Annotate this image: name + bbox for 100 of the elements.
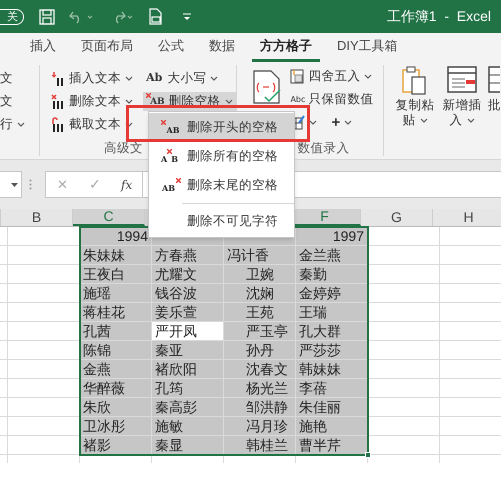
table-cell: 冯计香 [224, 246, 296, 264]
ribbon-command[interactable]: Abc 只保留数值 [290, 90, 374, 109]
ribbon-command[interactable]: Ab 大小写 [143, 69, 236, 88]
ribbon-command[interactable]: 文 [0, 92, 40, 111]
table-cell: 韩妹妹 [296, 360, 368, 378]
number-document-icon [252, 70, 282, 104]
ribbon-command[interactable]: 删除文本 [51, 92, 144, 111]
ribbon-command[interactable]: 插入文本 [51, 69, 144, 88]
x-mark-icon [161, 120, 166, 124]
ribbon-command[interactable]: 批 [488, 98, 501, 113]
x-mark-icon [167, 148, 172, 154]
table-cell: 秦高彭 [152, 398, 224, 416]
ribbon-tab[interactable]: DIY工具箱 [329, 33, 406, 62]
table-cell: 孔茜 [80, 322, 152, 340]
column-header[interactable]: G [361, 209, 433, 226]
table-cell: 金兰燕 [296, 246, 368, 264]
chevron-icon [364, 74, 372, 79]
drag-handle-icon [29, 179, 32, 190]
customize-icon [182, 12, 192, 20]
table-cell: 褚欣阳 [152, 360, 224, 378]
ribbon-command[interactable]: 截取文本 [51, 115, 144, 134]
chevron-icon [309, 120, 318, 125]
chevron-icon [125, 122, 134, 127]
chevron-icon [224, 99, 233, 104]
table-cell: 王瑞 [296, 303, 368, 321]
chevron-icon [125, 76, 134, 81]
table-cell: 陈锦 [80, 341, 152, 359]
table-cell: 朱妹妹 [80, 246, 152, 264]
x-mark-icon [176, 178, 181, 182]
delete-space-icon: AB [161, 120, 181, 136]
ribbon-tab[interactable]: 插入 [22, 33, 64, 62]
table-cell: 沈娴 [224, 284, 296, 302]
table-cell: 王苑 [224, 303, 296, 321]
delete-text-icon [51, 94, 64, 110]
add-button[interactable]: + [331, 115, 352, 130]
chevron-icon [125, 99, 134, 104]
print-preview-icon [149, 8, 162, 25]
table-cell: 姜乐萱 [152, 303, 224, 321]
table-cell: 方春燕 [152, 246, 224, 264]
ribbon-large-button[interactable]: 新增插 入 [441, 65, 483, 159]
delete-spaces-icon: AB [146, 93, 165, 110]
table-cell: 钱谷波 [152, 284, 224, 302]
insert-text-icon [51, 70, 64, 86]
ribbon-large-button[interactable]: 复制粘 贴 [394, 65, 436, 159]
extract-text-icon [51, 116, 64, 132]
table-cell: 王夜白 [80, 265, 152, 283]
x-mark-icon [146, 93, 152, 98]
table-cell: 孔大群 [296, 322, 368, 340]
menu-item[interactable]: AB 删除开头的空格 [149, 113, 294, 142]
ribbon-command[interactable]: 四舍五入 [290, 67, 374, 86]
ribbon-tab[interactable]: 公式 [150, 33, 192, 62]
table-cell: 李蓓 [296, 379, 368, 397]
table-cell: 尤耀文 [152, 265, 224, 283]
table-cell: 孔筠 [152, 379, 224, 397]
save-icon [39, 8, 55, 24]
ribbon-command[interactable]: 文 [0, 69, 40, 88]
table-cell: 孙丹 [224, 341, 296, 359]
window-title: 工作簿1 - Excel [386, 7, 491, 26]
table-cell: 蒋桂花 [80, 303, 152, 321]
table-cell: 严玉亭 [224, 322, 296, 340]
rounding-icon [290, 69, 304, 84]
table-cell: 1997 [296, 227, 368, 245]
table-cell: 1994 [80, 227, 152, 245]
undo-icon [69, 10, 95, 24]
table-cell: 秦勤 [296, 265, 368, 283]
ribbon-tab[interactable]: 页面布局 [73, 33, 141, 62]
delete-space-icon: AB [161, 148, 181, 164]
table-cell: 秦亚 [152, 341, 224, 359]
insert-function-button[interactable]: fx [121, 176, 132, 194]
column-header[interactable]: C [73, 209, 145, 226]
case-icon: Ab [146, 70, 162, 87]
table-cell: 杨光兰 [224, 379, 296, 397]
table-cell: 金燕 [80, 360, 152, 378]
menu-item[interactable]: AB 删除末尾的空格 [149, 171, 294, 200]
chevron-icon [210, 76, 218, 81]
table-cell: 朱佳丽 [296, 398, 368, 416]
table-cell: 金婷婷 [296, 284, 368, 302]
group-label: 数值录入 [297, 141, 350, 155]
insert-rows-icon [447, 65, 477, 95]
chevron-icon [344, 120, 352, 125]
table-cell: 冯月珍 [224, 417, 296, 435]
ribbon-tab[interactable]: 数据 [201, 33, 243, 62]
delete-space-icon: AB [161, 178, 181, 194]
table-cell: 沈春文 [224, 360, 296, 378]
table-cell: 卫冰彤 [80, 417, 152, 435]
table-cell: 秦显 [152, 436, 224, 454]
name-box[interactable] [0, 171, 22, 198]
column-header[interactable]: H [433, 209, 501, 226]
abc-icon: Abc [290, 94, 306, 106]
table-cell: 严开凤 [152, 322, 224, 340]
table-cell: 施敏 [152, 417, 224, 435]
fill-handle[interactable] [365, 452, 371, 458]
chevron-icon [466, 118, 474, 123]
table-cell: 朱欣 [80, 398, 152, 416]
dropdown-icon [11, 182, 18, 186]
chevron-icon [420, 118, 428, 123]
ribbon-command[interactable]: 行 [0, 115, 40, 134]
menu-item[interactable]: AB 删除所有的空格 [149, 142, 294, 171]
autosave-toggle[interactable]: 关 [0, 8, 24, 24]
table-cell: 严莎莎 [296, 341, 368, 359]
